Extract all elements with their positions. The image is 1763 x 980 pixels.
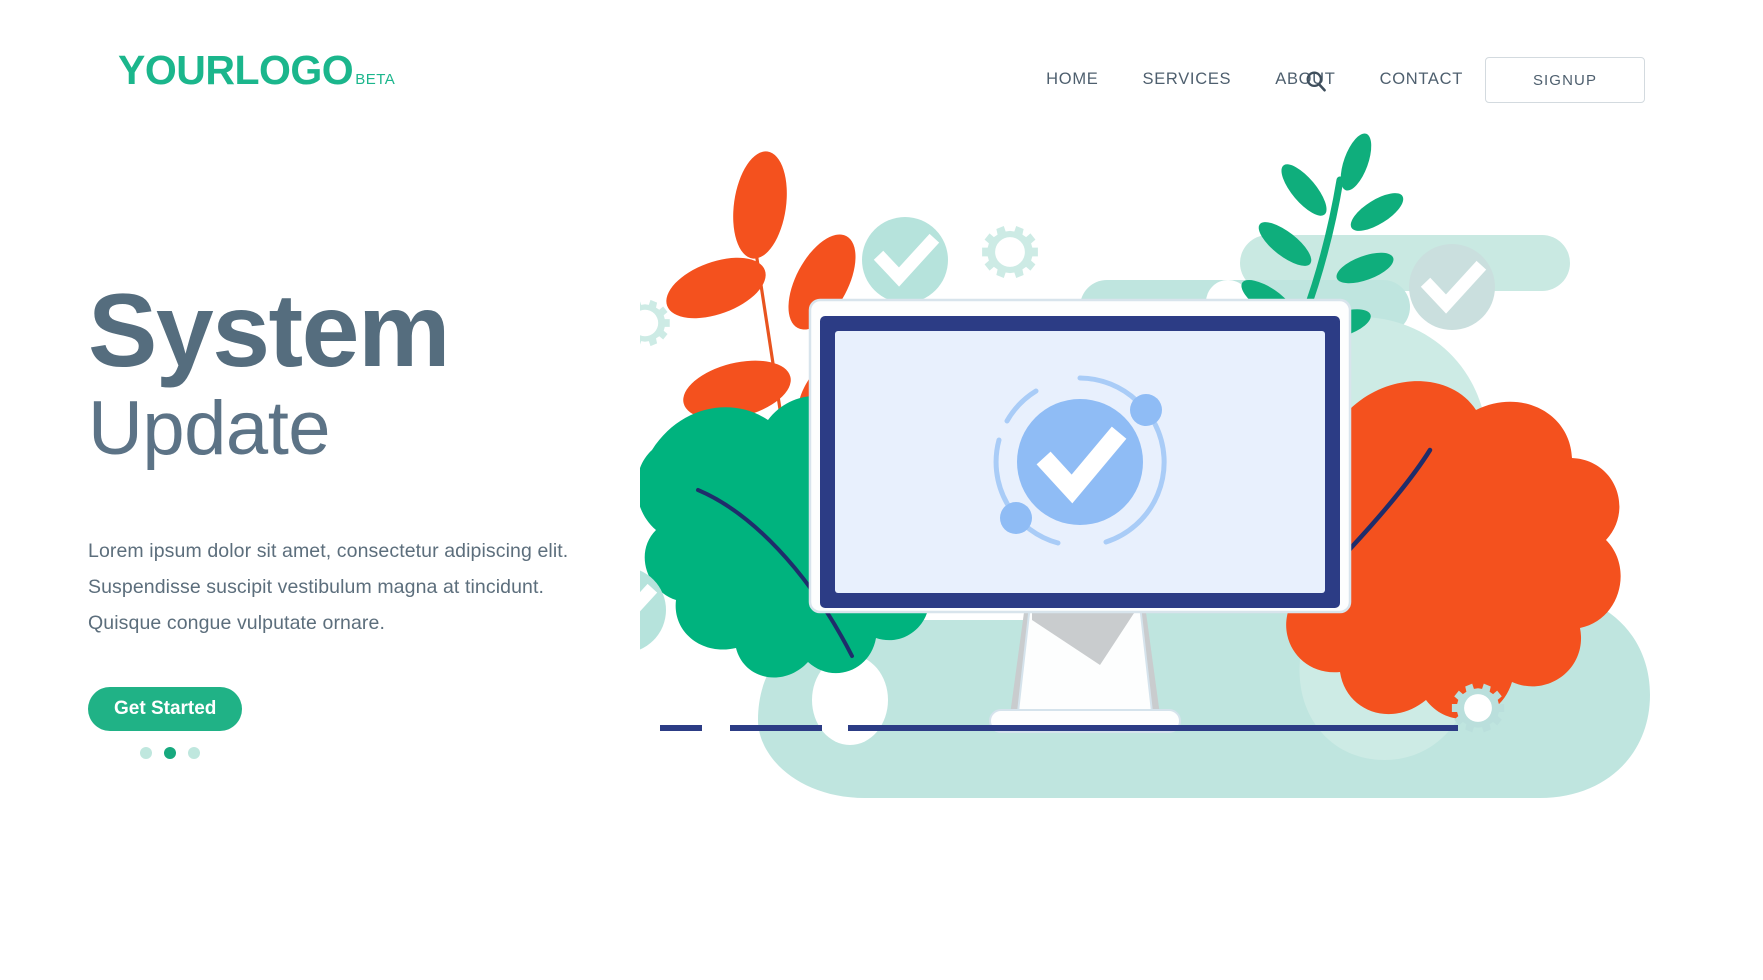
hero-copy: System Update Lorem ipsum dolor sit amet… — [88, 273, 708, 759]
logo[interactable]: YOURLOGO BETA — [118, 50, 395, 91]
carousel-dot-1[interactable] — [140, 746, 152, 759]
mint-check-circle-top-left — [862, 217, 948, 303]
hero-paragraph-line-1: Lorem ipsum dolor sit amet, consectetur … — [88, 539, 569, 562]
page-title-line1: System — [88, 273, 451, 389]
nav-item-contact[interactable]: CONTACT — [1380, 70, 1463, 89]
system-update-illustration — [640, 120, 1763, 860]
search-button[interactable] — [1303, 68, 1329, 94]
carousel-dots — [140, 746, 708, 759]
main-navigation: HOME SERVICES ABOUT CONTACT — [1046, 70, 1463, 89]
landing-page: YOURLOGO BETA HOME SERVICES ABOUT CONTAC… — [0, 0, 1763, 980]
get-started-button[interactable]: Get Started — [88, 686, 243, 731]
carousel-dot-3[interactable] — [188, 746, 200, 759]
gear-icon-left — [640, 299, 670, 347]
nav-item-services[interactable]: SERVICES — [1142, 70, 1231, 89]
mint-check-circle-top-right — [1409, 244, 1495, 330]
nav-item-home[interactable]: HOME — [1046, 70, 1098, 89]
logo-beta-tag: BETA — [355, 71, 396, 88]
search-icon — [1306, 71, 1326, 92]
hero-paragraph-line-2: Suspendisse suscipit vestibulum magna at… — [88, 575, 545, 598]
logo-text: YOURLOGO — [118, 47, 354, 93]
hero-paragraph: Lorem ipsum dolor sit amet, consectetur … — [88, 533, 708, 641]
gear-icon-top-center — [982, 225, 1038, 279]
carousel-dot-2[interactable] — [164, 746, 176, 759]
signup-button[interactable]: SIGNUP — [1485, 57, 1645, 103]
page-title-line2: Update — [88, 385, 331, 471]
hero-paragraph-line-3: Quisque congue vulputate ornare. — [88, 611, 385, 634]
